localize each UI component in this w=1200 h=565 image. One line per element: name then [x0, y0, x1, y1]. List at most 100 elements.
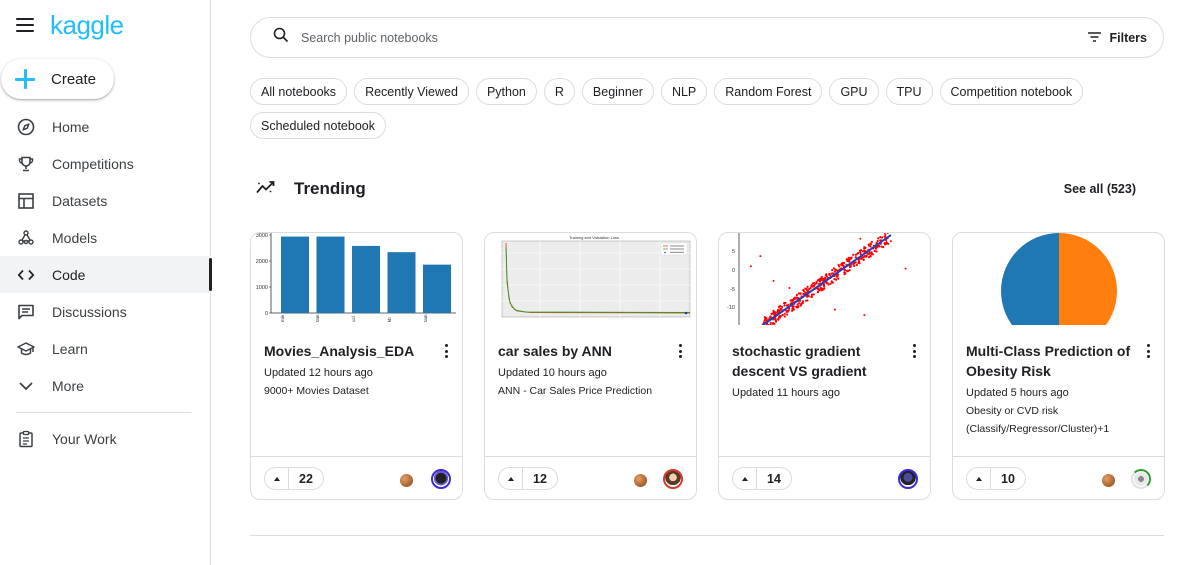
see-all-link[interactable]: See all (523) [1064, 182, 1136, 196]
sidebar-item-datasets[interactable]: Datasets [0, 182, 211, 219]
scatter-regression-thumbnail: 5 0 -5 -10 [727, 233, 907, 325]
chip-beginner[interactable]: Beginner [581, 78, 654, 105]
upvote-arrow-icon [733, 468, 757, 489]
data-point [769, 315, 772, 318]
sidebar-item-discussions[interactable]: Discussions [0, 293, 211, 330]
sidebar-item-home[interactable]: Home [0, 108, 211, 145]
sidebar-item-label: More [52, 377, 84, 394]
data-point [770, 312, 773, 315]
vote-count: 10 [1001, 471, 1015, 486]
author-avatar[interactable] [431, 469, 451, 489]
data-point [867, 243, 870, 246]
data-point [777, 308, 780, 311]
data-point [904, 267, 907, 270]
chip-gpu[interactable]: GPU [829, 78, 879, 105]
card-body: stochastic gradient descent VS gradient … [732, 341, 922, 402]
data-point [846, 258, 849, 261]
sidebar-item-label: Learn [52, 340, 88, 357]
notebook-title[interactable]: stochastic gradient descent VS gradient [732, 341, 900, 381]
chip-competition-notebook[interactable]: Competition notebook [939, 78, 1084, 105]
notebook-card[interactable]: Training and Validation Loss car sales b… [484, 232, 697, 500]
bronze-medal-icon [634, 474, 647, 487]
notebook-card[interactable]: Multi-Class Prediction of Obesity Risk U… [952, 232, 1165, 500]
data-point [876, 239, 879, 243]
search-input[interactable]: Search public notebooks [301, 31, 1088, 45]
sidebar-item-competitions[interactable]: Competitions [0, 145, 211, 182]
data-point [785, 310, 788, 313]
more-options-icon[interactable] [442, 344, 450, 358]
chip-tpu[interactable]: TPU [885, 78, 933, 105]
bronze-medal-icon [400, 474, 413, 487]
notebook-title[interactable]: Multi-Class Prediction of Obesity Risk [966, 341, 1134, 381]
notebook-thumbnail: 5 0 -5 -10 [719, 233, 930, 325]
chip-all-notebooks[interactable]: All notebooks [250, 78, 348, 105]
filters-button[interactable]: Filters [1088, 29, 1147, 47]
sidebar-item-your-work[interactable]: Your Work [0, 420, 211, 457]
data-point [859, 237, 862, 240]
more-options-icon[interactable] [676, 344, 684, 358]
data-point [828, 273, 831, 276]
chip-recently-viewed[interactable]: Recently Viewed [354, 78, 469, 105]
author-avatar[interactable] [1131, 469, 1151, 489]
sidebar: kaggle Create Home Competitions Datasets [0, 0, 212, 565]
data-point [881, 236, 884, 239]
bar [423, 264, 451, 313]
data-point [835, 278, 838, 281]
chip-scheduled-notebook[interactable]: Scheduled notebook [250, 112, 386, 139]
data-point [793, 296, 797, 299]
card-footer: 12 [485, 456, 696, 499]
upvote-button[interactable]: 14 [732, 467, 792, 490]
kaggle-logo[interactable]: kaggle [50, 10, 124, 40]
search-bar[interactable]: Search public notebooks Filters [250, 17, 1164, 58]
plus-icon [15, 69, 35, 89]
author-avatar[interactable] [898, 469, 918, 489]
upvote-button[interactable]: 22 [264, 467, 324, 490]
create-button[interactable]: Create [1, 59, 114, 99]
data-point [879, 236, 882, 239]
upvote-button[interactable]: 10 [966, 467, 1026, 490]
filter-chips: All notebooks Recently Viewed Python R B… [250, 78, 1110, 139]
author-avatar[interactable] [663, 469, 683, 489]
sidebar-item-models[interactable]: Models [0, 219, 211, 256]
chip-r[interactable]: R [543, 78, 575, 105]
data-point [797, 292, 800, 295]
compass-icon [16, 117, 36, 137]
notebook-title[interactable]: car sales by ANN [498, 341, 666, 361]
more-options-icon[interactable] [1144, 344, 1152, 358]
data-point [799, 304, 802, 307]
data-point [884, 233, 887, 236]
vote-count: 12 [533, 471, 547, 486]
chip-nlp[interactable]: NLP [660, 78, 708, 105]
data-point [769, 323, 772, 325]
data-point [812, 293, 815, 296]
clipboard-icon [16, 429, 36, 449]
chip-python[interactable]: Python [475, 78, 537, 105]
table-icon [16, 191, 36, 211]
data-point [833, 308, 836, 311]
y-tick-label: 0 [265, 311, 268, 317]
notebook-title[interactable]: Movies_Analysis_EDA [264, 341, 432, 361]
sidebar-item-code[interactable]: Code [0, 256, 212, 293]
sidebar-nav: Home Competitions Datasets Models Code D… [0, 108, 212, 457]
data-point [791, 299, 795, 302]
trending-title: Trending [294, 179, 366, 198]
card-body: car sales by ANN Updated 10 hours ago AN… [498, 341, 688, 400]
data-point [863, 246, 866, 249]
sidebar-item-more[interactable]: More [0, 367, 211, 404]
menu-icon[interactable] [16, 18, 34, 32]
data-point [824, 274, 827, 277]
notebook-card[interactable]: 3000 2000 1000 0 mie tam ucl kb tam Movies_… [250, 232, 463, 500]
more-options-icon[interactable] [910, 344, 918, 358]
data-point [829, 282, 832, 285]
chip-random-forest[interactable]: Random Forest [714, 78, 823, 105]
upvote-button[interactable]: 12 [498, 467, 558, 490]
data-point [775, 320, 778, 323]
sidebar-item-learn[interactable]: Learn [0, 330, 211, 367]
discussion-icon [16, 302, 36, 322]
section-divider [250, 535, 1164, 536]
notebook-card[interactable]: 5 0 -5 -10 stochastic gradient descent VS g… [718, 232, 931, 500]
data-point [834, 268, 837, 271]
data-point [820, 275, 823, 278]
data-point [809, 287, 812, 290]
filters-label: Filters [1109, 30, 1147, 45]
